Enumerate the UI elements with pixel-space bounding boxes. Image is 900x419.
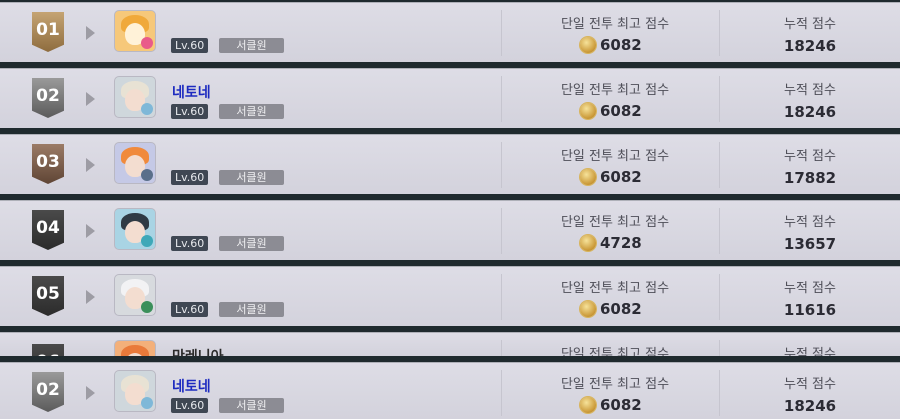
total-score-label: 누적 점수 bbox=[784, 281, 836, 296]
avatar[interactable] bbox=[114, 370, 156, 412]
best-score-value: 4728 bbox=[600, 234, 642, 252]
expand-arrow-icon[interactable] bbox=[86, 92, 95, 106]
rank-badge: 02 bbox=[32, 372, 64, 412]
best-score-value: 6082 bbox=[600, 396, 642, 414]
coin-icon bbox=[580, 235, 596, 251]
best-score-value: 6082 bbox=[600, 300, 642, 318]
level-badge: Lv.60 bbox=[171, 398, 209, 413]
guild-badge: 서클원 bbox=[219, 236, 284, 251]
coin-icon bbox=[580, 169, 596, 185]
guild-badge: 서클원 bbox=[219, 170, 284, 185]
divider bbox=[501, 340, 502, 356]
divider bbox=[501, 10, 502, 56]
total-score-value: 13657 bbox=[783, 235, 837, 253]
avatar[interactable] bbox=[114, 274, 156, 316]
total-score-label: 누적 점수 bbox=[784, 149, 836, 164]
best-score: 6082 bbox=[580, 102, 642, 120]
expand-arrow-icon[interactable] bbox=[86, 224, 95, 238]
ranking-row[interactable]: 04 Lv.60 서클원 단일 전투 최고 점수 4728 누적 점수 1365… bbox=[0, 200, 900, 260]
level-badge: Lv.60 bbox=[171, 170, 209, 185]
total-score-label: 누적 점수 bbox=[784, 347, 836, 356]
avatar[interactable] bbox=[114, 340, 156, 356]
total-score-label: 누적 점수 bbox=[784, 215, 836, 230]
rank-badge: 05 bbox=[32, 276, 64, 316]
coin-icon bbox=[580, 301, 596, 317]
expand-arrow-icon[interactable] bbox=[86, 290, 95, 304]
best-score-label: 단일 전투 최고 점수 bbox=[560, 347, 670, 356]
player-name: 네토네 bbox=[172, 379, 211, 395]
divider bbox=[719, 142, 720, 188]
best-score-label: 단일 전투 최고 점수 bbox=[560, 377, 670, 392]
level-badge: Lv.60 bbox=[171, 104, 209, 119]
divider bbox=[719, 10, 720, 56]
ranking-row[interactable]: 05 Lv.60 서클원 단일 전투 최고 점수 6082 누적 점수 1161… bbox=[0, 266, 900, 326]
divider bbox=[501, 370, 502, 416]
level-badge: Lv.60 bbox=[171, 236, 209, 251]
total-score-value: 17882 bbox=[783, 169, 837, 187]
player-name: 만레니아 bbox=[172, 346, 224, 356]
expand-arrow-icon[interactable] bbox=[86, 26, 95, 40]
my-ranking-row[interactable]: 02 네토네 Lv.60 서클원 단일 전투 최고 점수 6082 누적 점수 … bbox=[0, 362, 900, 419]
best-score-value: 6082 bbox=[600, 102, 642, 120]
avatar[interactable] bbox=[114, 142, 156, 184]
coin-icon bbox=[580, 37, 596, 53]
rank-badge: 02 bbox=[32, 78, 64, 118]
divider bbox=[501, 208, 502, 254]
avatar[interactable] bbox=[114, 10, 156, 52]
divider bbox=[719, 340, 720, 356]
guild-badge: 서클원 bbox=[219, 302, 284, 317]
guild-badge: 서클원 bbox=[219, 38, 284, 53]
best-score: 6082 bbox=[580, 300, 642, 318]
rank-badge: 01 bbox=[32, 12, 64, 52]
best-score-value: 6082 bbox=[600, 168, 642, 186]
rank-badge: 03 bbox=[32, 144, 64, 184]
best-score-label: 단일 전투 최고 점수 bbox=[560, 149, 670, 164]
best-score: 6082 bbox=[580, 36, 642, 54]
divider bbox=[719, 76, 720, 122]
divider bbox=[501, 274, 502, 320]
total-score-label: 누적 점수 bbox=[784, 17, 836, 32]
avatar[interactable] bbox=[114, 76, 156, 118]
total-score-value: 18246 bbox=[783, 37, 837, 55]
divider bbox=[719, 370, 720, 416]
best-score: 4728 bbox=[580, 234, 642, 252]
total-score-value: 18246 bbox=[783, 103, 837, 121]
rank-badge: 06 bbox=[32, 344, 64, 356]
coin-icon bbox=[580, 397, 596, 413]
guild-badge: 서클원 bbox=[219, 398, 284, 413]
ranking-row[interactable]: 03 Lv.60 서클원 단일 전투 최고 점수 6082 누적 점수 1788… bbox=[0, 134, 900, 194]
ranking-row[interactable]: 01 Lv.60 서클원 단일 전투 최고 점수 6082 누적 점수 1824… bbox=[0, 2, 900, 62]
total-score-value: 18246 bbox=[783, 397, 837, 415]
divider bbox=[501, 76, 502, 122]
best-score-label: 단일 전투 최고 점수 bbox=[560, 215, 670, 230]
expand-arrow-icon[interactable] bbox=[86, 158, 95, 172]
best-score-label: 단일 전투 최고 점수 bbox=[560, 83, 670, 98]
best-score-label: 단일 전투 최고 점수 bbox=[560, 281, 670, 296]
divider bbox=[719, 274, 720, 320]
best-score: 6082 bbox=[580, 396, 642, 414]
rank-badge: 04 bbox=[32, 210, 64, 250]
expand-arrow-icon[interactable] bbox=[86, 386, 95, 400]
coin-icon bbox=[580, 103, 596, 119]
best-score-value: 6082 bbox=[600, 36, 642, 54]
ranking-row[interactable]: 02 네토네 Lv.60 서클원 단일 전투 최고 점수 6082 누적 점수 … bbox=[0, 68, 900, 128]
divider bbox=[719, 208, 720, 254]
level-badge: Lv.60 bbox=[171, 302, 209, 317]
total-score-label: 누적 점수 bbox=[784, 83, 836, 98]
best-score-label: 단일 전투 최고 점수 bbox=[560, 17, 670, 32]
total-score-label: 누적 점수 bbox=[784, 377, 836, 392]
level-badge: Lv.60 bbox=[171, 38, 209, 53]
divider bbox=[501, 142, 502, 188]
best-score: 6082 bbox=[580, 168, 642, 186]
total-score-value: 11616 bbox=[783, 301, 837, 319]
guild-badge: 서클원 bbox=[219, 104, 284, 119]
ranking-row[interactable]: 06 만레니아 단일 전투 최고 점수 누적 점수 bbox=[0, 332, 900, 356]
player-name: 네토네 bbox=[172, 85, 211, 101]
avatar[interactable] bbox=[114, 208, 156, 250]
